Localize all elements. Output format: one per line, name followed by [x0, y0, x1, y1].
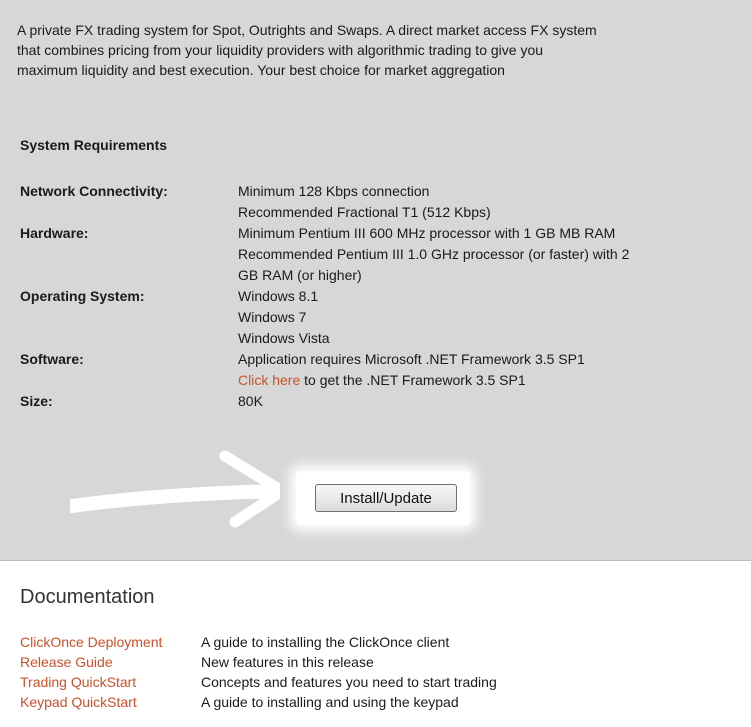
- description-line: that combines pricing from your liquidit…: [17, 42, 544, 58]
- doc-link-keypad-quickstart[interactable]: Keypad QuickStart: [20, 694, 137, 710]
- requirement-line: Recommended Pentium III 1.0 GHz processo…: [238, 246, 630, 262]
- requirement-row-os: Operating System: Windows 8.1 Windows 7 …: [20, 286, 751, 349]
- requirement-label: Software:: [20, 351, 84, 367]
- requirement-label: Size:: [20, 393, 53, 409]
- requirement-line: GB RAM (or higher): [238, 267, 362, 283]
- requirement-row-hardware: Hardware: Minimum Pentium III 600 MHz pr…: [20, 223, 751, 286]
- requirement-line: Recommended Fractional T1 (512 Kbps): [238, 204, 491, 220]
- requirement-line: Windows 8.1: [238, 288, 319, 304]
- requirement-label: Hardware:: [20, 225, 89, 241]
- requirement-label: Operating System:: [20, 288, 145, 304]
- doc-description: New features in this release: [201, 654, 374, 670]
- requirement-line: Windows 7: [238, 309, 307, 325]
- system-requirements-heading: System Requirements: [20, 137, 168, 153]
- doc-link-release-guide[interactable]: Release Guide: [20, 654, 113, 670]
- description-line: maximum liquidity and best execution. Yo…: [17, 62, 505, 78]
- requirement-line: Application requires Microsoft .NET Fram…: [238, 351, 585, 367]
- requirement-line: Minimum 128 Kbps connection: [238, 183, 430, 199]
- product-panel: A private FX trading system for Spot, Ou…: [0, 0, 751, 560]
- doc-description: A guide to installing the ClickOnce clie…: [201, 634, 450, 650]
- documentation-item: Keypad QuickStart A guide to installing …: [20, 692, 497, 712]
- doc-link-clickonce-deployment[interactable]: ClickOnce Deployment: [20, 634, 162, 650]
- requirement-label: Network Connectivity:: [20, 183, 168, 199]
- doc-description: A guide to installing and using the keyp…: [201, 694, 459, 710]
- documentation-item: Release Guide New features in this relea…: [20, 652, 497, 672]
- install-update-button[interactable]: Install/Update: [315, 484, 457, 512]
- requirement-value: Minimum Pentium III 600 MHz processor wi…: [238, 223, 751, 286]
- requirement-value: Minimum 128 Kbps connection Recommended …: [238, 181, 751, 223]
- doc-link-trading-quickstart[interactable]: Trading QuickStart: [20, 674, 136, 690]
- requirement-line: Click here to get the .NET Framework 3.5…: [238, 370, 747, 391]
- requirement-value: 80K: [238, 393, 263, 409]
- requirement-row-size: Size: 80K: [20, 391, 751, 412]
- documentation-title: Documentation: [20, 586, 155, 608]
- documentation-list: ClickOnce Deployment A guide to installi…: [20, 632, 497, 712]
- requirement-value: Windows 8.1 Windows 7 Windows Vista: [238, 286, 751, 349]
- requirements-table: Network Connectivity: Minimum 128 Kbps c…: [20, 181, 751, 412]
- product-description: A private FX trading system for Spot, Ou…: [17, 20, 751, 80]
- documentation-section: Documentation ClickOnce Deployment A gui…: [0, 561, 751, 727]
- right-arrow-icon: [70, 450, 280, 528]
- description-line: A private FX trading system for Spot, Ou…: [17, 22, 597, 38]
- requirement-row-network: Network Connectivity: Minimum 128 Kbps c…: [20, 181, 751, 223]
- requirement-value: Application requires Microsoft .NET Fram…: [238, 349, 751, 391]
- doc-description: Concepts and features you need to start …: [201, 674, 497, 690]
- dotnet-download-link[interactable]: Click here: [238, 372, 300, 388]
- documentation-item: Trading QuickStart Concepts and features…: [20, 672, 497, 692]
- requirement-row-software: Software: Application requires Microsoft…: [20, 349, 751, 391]
- documentation-item: ClickOnce Deployment A guide to installi…: [20, 632, 497, 652]
- requirement-line: Windows Vista: [238, 330, 330, 346]
- requirement-line: Minimum Pentium III 600 MHz processor wi…: [238, 225, 616, 241]
- dotnet-link-suffix: to get the .NET Framework 3.5 SP1: [300, 372, 526, 388]
